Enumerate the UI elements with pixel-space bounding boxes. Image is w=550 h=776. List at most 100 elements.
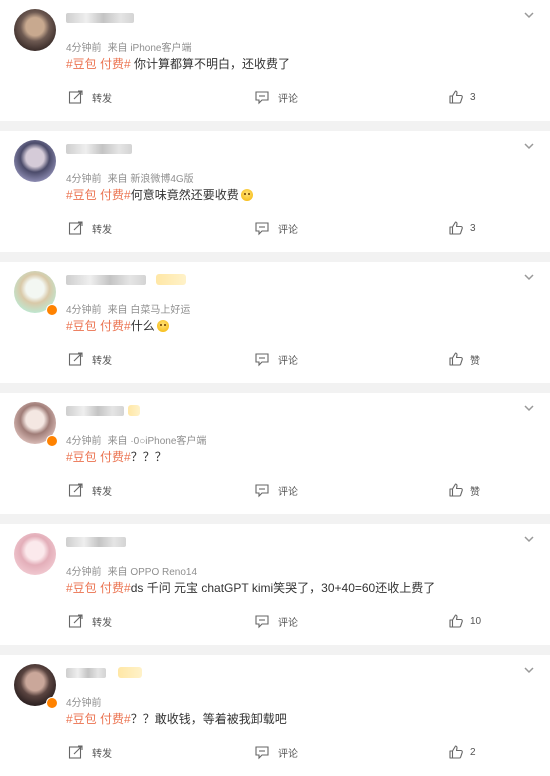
like-count: 3 [470,222,476,234]
username-blurred[interactable] [66,668,106,678]
repost-button[interactable]: 转发 [68,743,112,761]
post-time: 4分钟前 [66,174,102,185]
comment-label: 评论 [278,355,298,367]
avatar[interactable] [14,533,56,575]
topic-tag[interactable]: #豆包 付费# [66,319,131,333]
post-time: 4分钟前 [66,43,102,54]
comment-button[interactable]: 评论 [254,88,298,106]
post-time: 4分钟前 [66,436,102,447]
post-source: 来自 OPPO Reno14 [107,567,198,578]
repost-label: 转发 [92,748,112,760]
like-count: 3 [470,91,476,103]
repost-button[interactable]: 转发 [68,88,112,106]
chevron-down-icon[interactable] [522,401,536,415]
username-badge-blurred [128,405,140,416]
like-button[interactable]: 3 [448,88,476,106]
like-button[interactable]: 赞 [448,481,480,499]
like-count: 赞 [470,486,480,498]
action-bar: 转发 评论 赞 [0,481,550,499]
comment-button[interactable]: 评论 [254,350,298,368]
like-button[interactable]: 10 [448,612,481,630]
thumbs-up-icon [449,352,463,366]
post-meta: 4分钟前 来自 白菜马上好运 [66,301,196,316]
post-time: 4分钟前 [66,305,102,316]
comment-button[interactable]: 评论 [254,612,298,630]
post-meta: 4分钟前 来自 ·0○iPhone客户端 [66,432,212,447]
action-bar: 转发 评论 3 [0,88,550,106]
post-time: 4分钟前 [66,567,102,578]
chevron-down-icon[interactable] [522,663,536,677]
thumbs-up-icon [449,614,463,628]
like-button[interactable]: 3 [448,219,476,237]
repost-label: 转发 [92,355,112,367]
thumbs-up-icon [449,90,463,104]
like-count: 2 [470,746,476,758]
post-source: 来自 白菜马上好运 [107,305,191,316]
post-meta: 4分钟前 [66,694,114,709]
repost-button[interactable]: 转发 [68,481,112,499]
username-blurred[interactable] [66,275,146,285]
comment-button[interactable]: 评论 [254,219,298,237]
topic-tag[interactable]: #豆包 付费# [66,712,131,726]
comment-card: 4分钟前 来自 新浪微博4G版 #豆包 付费#何意味竟然还要收费 转发 评论 3 [0,131,550,252]
comment-button[interactable]: 评论 [254,481,298,499]
chevron-down-icon[interactable] [522,8,536,22]
comment-body: ？？？ [130,450,167,464]
comment-icon [255,746,269,760]
action-bar: 转发 评论 10 [0,612,550,630]
repost-button[interactable]: 转发 [68,612,112,630]
comment-card: 4分钟前 来自 iPhone客户端 #豆包 付费# 你计算都算不明白，还收费了 转… [0,0,550,121]
avatar[interactable] [14,9,56,51]
verified-badge-icon [46,697,58,709]
action-bar: 转发 评论 赞 [0,350,550,368]
verified-badge-icon [46,435,58,447]
action-bar: 转发 评论 3 [0,219,550,237]
comment-icon [255,222,269,236]
comment-icon [255,484,269,498]
post-meta: 4分钟前 来自 iPhone客户端 [66,39,197,54]
post-source: 来自 新浪微博4G版 [107,174,194,185]
verified-badge-icon [46,304,58,316]
chevron-down-icon[interactable] [522,532,536,546]
comment-feed: 4分钟前 来自 iPhone客户端 #豆包 付费# 你计算都算不明白，还收费了 转… [0,0,550,776]
username-blurred[interactable] [66,406,124,416]
username-blurred[interactable] [66,144,132,154]
share-icon [68,221,83,235]
repost-label: 转发 [92,486,112,498]
chevron-down-icon[interactable] [522,139,536,153]
comment-card: 4分钟前 来自 ·0○iPhone客户端 #豆包 付费#？？？ 转发 评论 赞 [0,393,550,514]
username-badge-blurred [156,274,186,285]
topic-tag[interactable]: #豆包 付费# [66,188,131,202]
comment-button[interactable]: 评论 [254,743,298,761]
username-blurred[interactable] [66,13,134,23]
comment-label: 评论 [278,748,298,760]
post-meta: 4分钟前 来自 新浪微博4G版 [66,170,200,185]
comment-label: 评论 [278,224,298,236]
comment-body: ds 千问 元宝 chatGPT kimi笑哭了，30+40=60还收上费了 [130,581,436,595]
username-blurred[interactable] [66,537,126,547]
post-meta: 4分钟前 来自 OPPO Reno14 [66,563,203,578]
emoji-icon [156,320,169,332]
chevron-down-icon[interactable] [522,270,536,284]
emoji-icon [240,189,253,201]
like-button[interactable]: 2 [448,743,476,761]
comment-icon [255,91,269,105]
avatar[interactable] [14,140,56,182]
topic-tag[interactable]: #豆包 付费# [66,57,131,71]
comment-label: 评论 [278,93,298,105]
thumbs-up-icon [449,483,463,497]
repost-button[interactable]: 转发 [68,350,112,368]
username-badge-blurred [118,667,142,678]
comment-card: 4分钟前 #豆包 付费#？？敢收钱，等着被我卸载吧 转发 评论 2 [0,655,550,776]
topic-tag[interactable]: #豆包 付费# [66,581,131,595]
repost-button[interactable]: 转发 [68,219,112,237]
topic-tag[interactable]: #豆包 付费# [66,450,131,464]
post-source: 来自 iPhone客户端 [107,43,192,54]
comment-text: #豆包 付费#ds 千问 元宝 chatGPT kimi笑哭了，30+40=60… [66,579,435,596]
thumbs-up-icon [449,221,463,235]
like-button[interactable]: 赞 [448,350,480,368]
share-icon [68,352,83,366]
share-icon [68,483,83,497]
comment-label: 评论 [278,617,298,629]
repost-label: 转发 [92,224,112,236]
